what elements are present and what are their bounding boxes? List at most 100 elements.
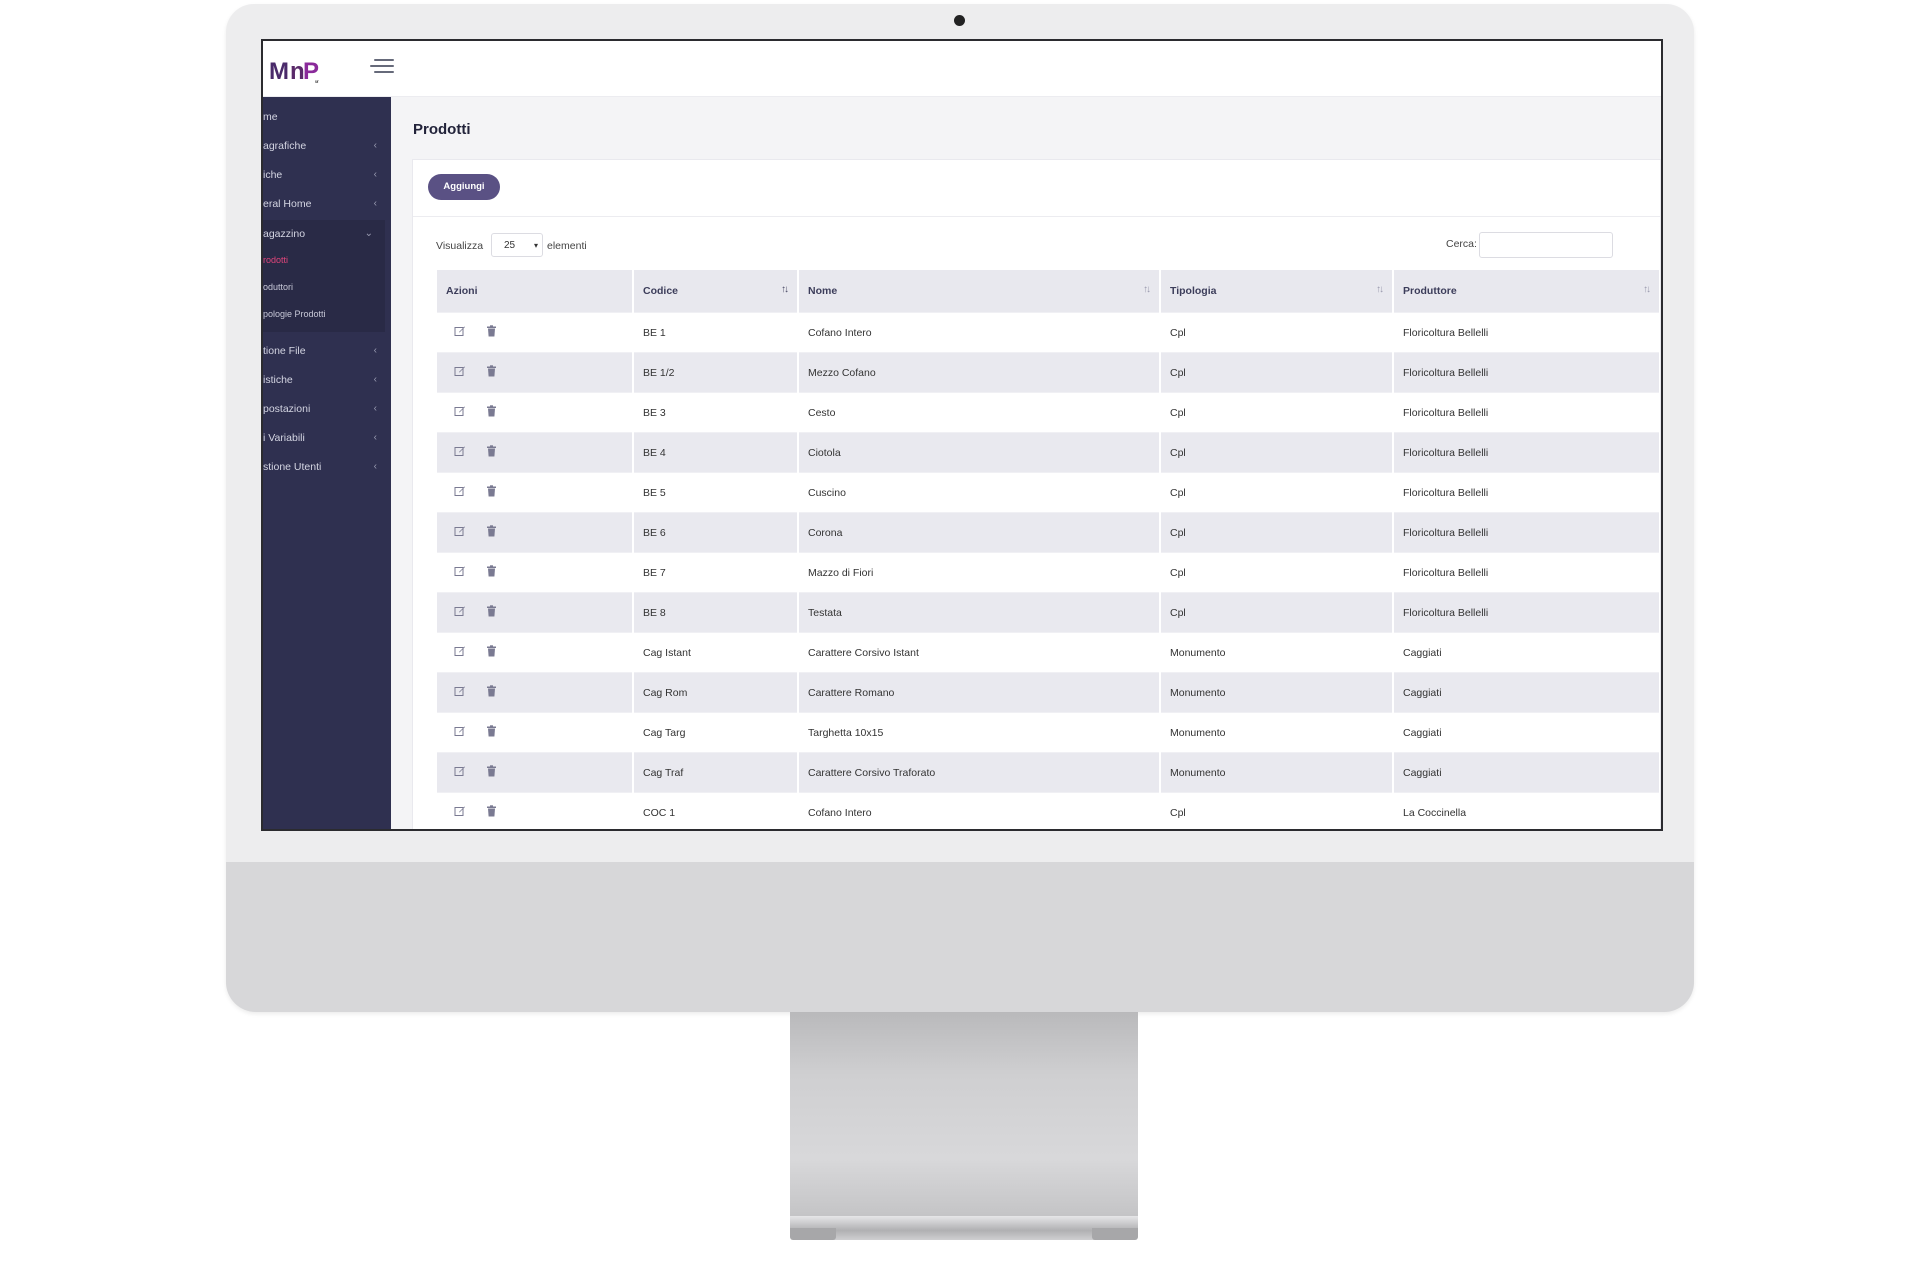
edit-icon[interactable] <box>454 325 466 340</box>
cell-actions <box>437 472 634 513</box>
trash-icon[interactable] <box>486 565 497 580</box>
cell-codice: BE 1 <box>633 312 799 353</box>
sidebar-item-pratiche[interactable]: iche ‹ <box>263 161 391 189</box>
cell-actions <box>437 712 634 753</box>
table-row: BE 8 Testata Cpl Floricoltura Bellelli <box>437 592 1659 633</box>
stand-foot-right <box>1092 1228 1138 1240</box>
edit-icon[interactable] <box>454 765 466 780</box>
cell-tipologia: Monumento <box>1160 712 1394 753</box>
sidebar: me agrafiche ‹ iche ‹ eral Home ‹ agazzino ⌄… <box>263 97 391 829</box>
column-header-codice[interactable]: Codice ↑↓ <box>633 270 799 313</box>
trash-icon[interactable] <box>486 365 497 380</box>
page-size-suffix: elementi <box>547 240 587 252</box>
column-header-nome[interactable]: Nome ↑↓ <box>798 270 1161 313</box>
sidebar-item-funeral-home[interactable]: eral Home ‹ <box>263 190 391 218</box>
edit-icon[interactable] <box>454 725 466 740</box>
app-logo[interactable]: M n P MT <box>269 55 331 92</box>
sidebar-item-variabili[interactable]: i Variabili ‹ <box>263 424 391 452</box>
sidebar-item-magazzino[interactable]: agazzino ⌄ <box>263 220 385 248</box>
chevron-left-icon: ‹ <box>373 140 377 151</box>
table-row: Cag Traf Carattere Corsivo Traforato Monum… <box>437 752 1659 793</box>
table-row: Cag Istant Carattere Corsivo Istant Monume… <box>437 632 1659 673</box>
sidebar-item-gestione-file[interactable]: tione File ‹ <box>263 337 391 365</box>
trash-icon[interactable] <box>486 685 497 700</box>
cell-codice: BE 3 <box>633 392 799 433</box>
add-button[interactable]: Aggiungi <box>428 174 500 200</box>
chevron-left-icon: ‹ <box>373 345 377 356</box>
trash-icon[interactable] <box>486 525 497 540</box>
cell-actions <box>437 752 634 793</box>
cell-tipologia: Cpl <box>1160 312 1394 353</box>
monitor-stand <box>790 1012 1138 1222</box>
search-input[interactable] <box>1479 232 1613 258</box>
sidebar-item-impostazioni[interactable]: postazioni ‹ <box>263 395 391 423</box>
column-header-azioni: Azioni <box>437 270 634 313</box>
cell-nome: Targhetta 10x15 <box>798 712 1161 753</box>
top-bar: M n P MT <box>263 41 1661 97</box>
cell-nome: Ciotola <box>798 432 1161 473</box>
trash-icon[interactable] <box>486 725 497 740</box>
trash-icon[interactable] <box>486 405 497 420</box>
trash-icon[interactable] <box>486 485 497 500</box>
stand-foot-left <box>790 1228 836 1240</box>
sidebar-item-gestione-utenti[interactable]: stione Utenti ‹ <box>263 453 391 481</box>
cell-produttore: Caggiati <box>1393 712 1659 753</box>
edit-icon[interactable] <box>454 645 466 660</box>
sidebar-item-label: eral Home <box>263 198 312 210</box>
edit-icon[interactable] <box>454 565 466 580</box>
submenu-item-tipologie-prodotti[interactable]: pologie Prodotti <box>263 309 326 319</box>
page-size-label: Visualizza <box>436 240 484 252</box>
edit-icon[interactable] <box>454 685 466 700</box>
trash-icon[interactable] <box>486 605 497 620</box>
cell-actions <box>437 392 634 433</box>
submenu-item-produttori[interactable]: oduttori <box>263 282 293 292</box>
cell-tipologia: Monumento <box>1160 632 1394 673</box>
sidebar-item-home[interactable]: me <box>263 103 391 131</box>
table-row: COC 1 Cofano Intero Cpl La Coccinella <box>437 792 1659 829</box>
sidebar-item-label: iche <box>263 169 283 181</box>
edit-icon[interactable] <box>454 485 466 500</box>
card-divider <box>413 216 1660 217</box>
trash-icon[interactable] <box>486 765 497 780</box>
edit-icon[interactable] <box>454 525 466 540</box>
submenu-item-prodotti[interactable]: rodotti <box>263 255 288 265</box>
trash-icon[interactable] <box>486 645 497 660</box>
chevron-down-icon: ▾ <box>533 241 538 250</box>
sidebar-item-statistiche[interactable]: istiche ‹ <box>263 366 391 394</box>
page-title: Prodotti <box>413 121 471 138</box>
products-table: Azioni Codice ↑↓ Nome ↑↓ Tipologia ↑↓ Produ… <box>437 270 1659 829</box>
sidebar-item-label: i Variabili <box>263 432 305 444</box>
chevron-left-icon: ‹ <box>373 198 377 209</box>
sidebar-item-anagrafiche[interactable]: agrafiche ‹ <box>263 132 391 160</box>
sidebar-item-label: agazzino <box>263 228 306 240</box>
cell-tipologia: Cpl <box>1160 432 1394 473</box>
column-header-tipologia[interactable]: Tipologia ↑↓ <box>1160 270 1394 313</box>
edit-icon[interactable] <box>454 605 466 620</box>
cell-produttore: Floricoltura Bellelli <box>1393 592 1659 633</box>
cell-tipologia: Cpl <box>1160 512 1394 553</box>
cell-codice: BE 8 <box>633 592 799 633</box>
cell-tipologia: Cpl <box>1160 792 1394 829</box>
cell-tipologia: Monumento <box>1160 672 1394 713</box>
page-size-select[interactable]: 25 ▾ <box>491 233 543 257</box>
cell-tipologia: Cpl <box>1160 352 1394 393</box>
hamburger-icon[interactable] <box>370 57 394 77</box>
column-header-produttore[interactable]: Produttore ↑↓ <box>1393 270 1659 313</box>
edit-icon[interactable] <box>454 805 466 820</box>
trash-icon[interactable] <box>486 805 497 820</box>
search-label: Cerca: <box>1446 238 1477 250</box>
svg-text:M: M <box>269 58 288 85</box>
chevron-left-icon: ‹ <box>373 169 377 180</box>
edit-icon[interactable] <box>454 405 466 420</box>
cell-actions <box>437 312 634 353</box>
cell-tipologia: Monumento <box>1160 752 1394 793</box>
trash-icon[interactable] <box>486 325 497 340</box>
cell-codice: Cag Istant <box>633 632 799 673</box>
cell-nome: Carattere Corsivo Traforato <box>798 752 1161 793</box>
trash-icon[interactable] <box>486 445 497 460</box>
edit-icon[interactable] <box>454 445 466 460</box>
cell-produttore: Caggiati <box>1393 672 1659 713</box>
chevron-left-icon: ‹ <box>373 461 377 472</box>
edit-icon[interactable] <box>454 365 466 380</box>
cell-produttore: Caggiati <box>1393 752 1659 793</box>
